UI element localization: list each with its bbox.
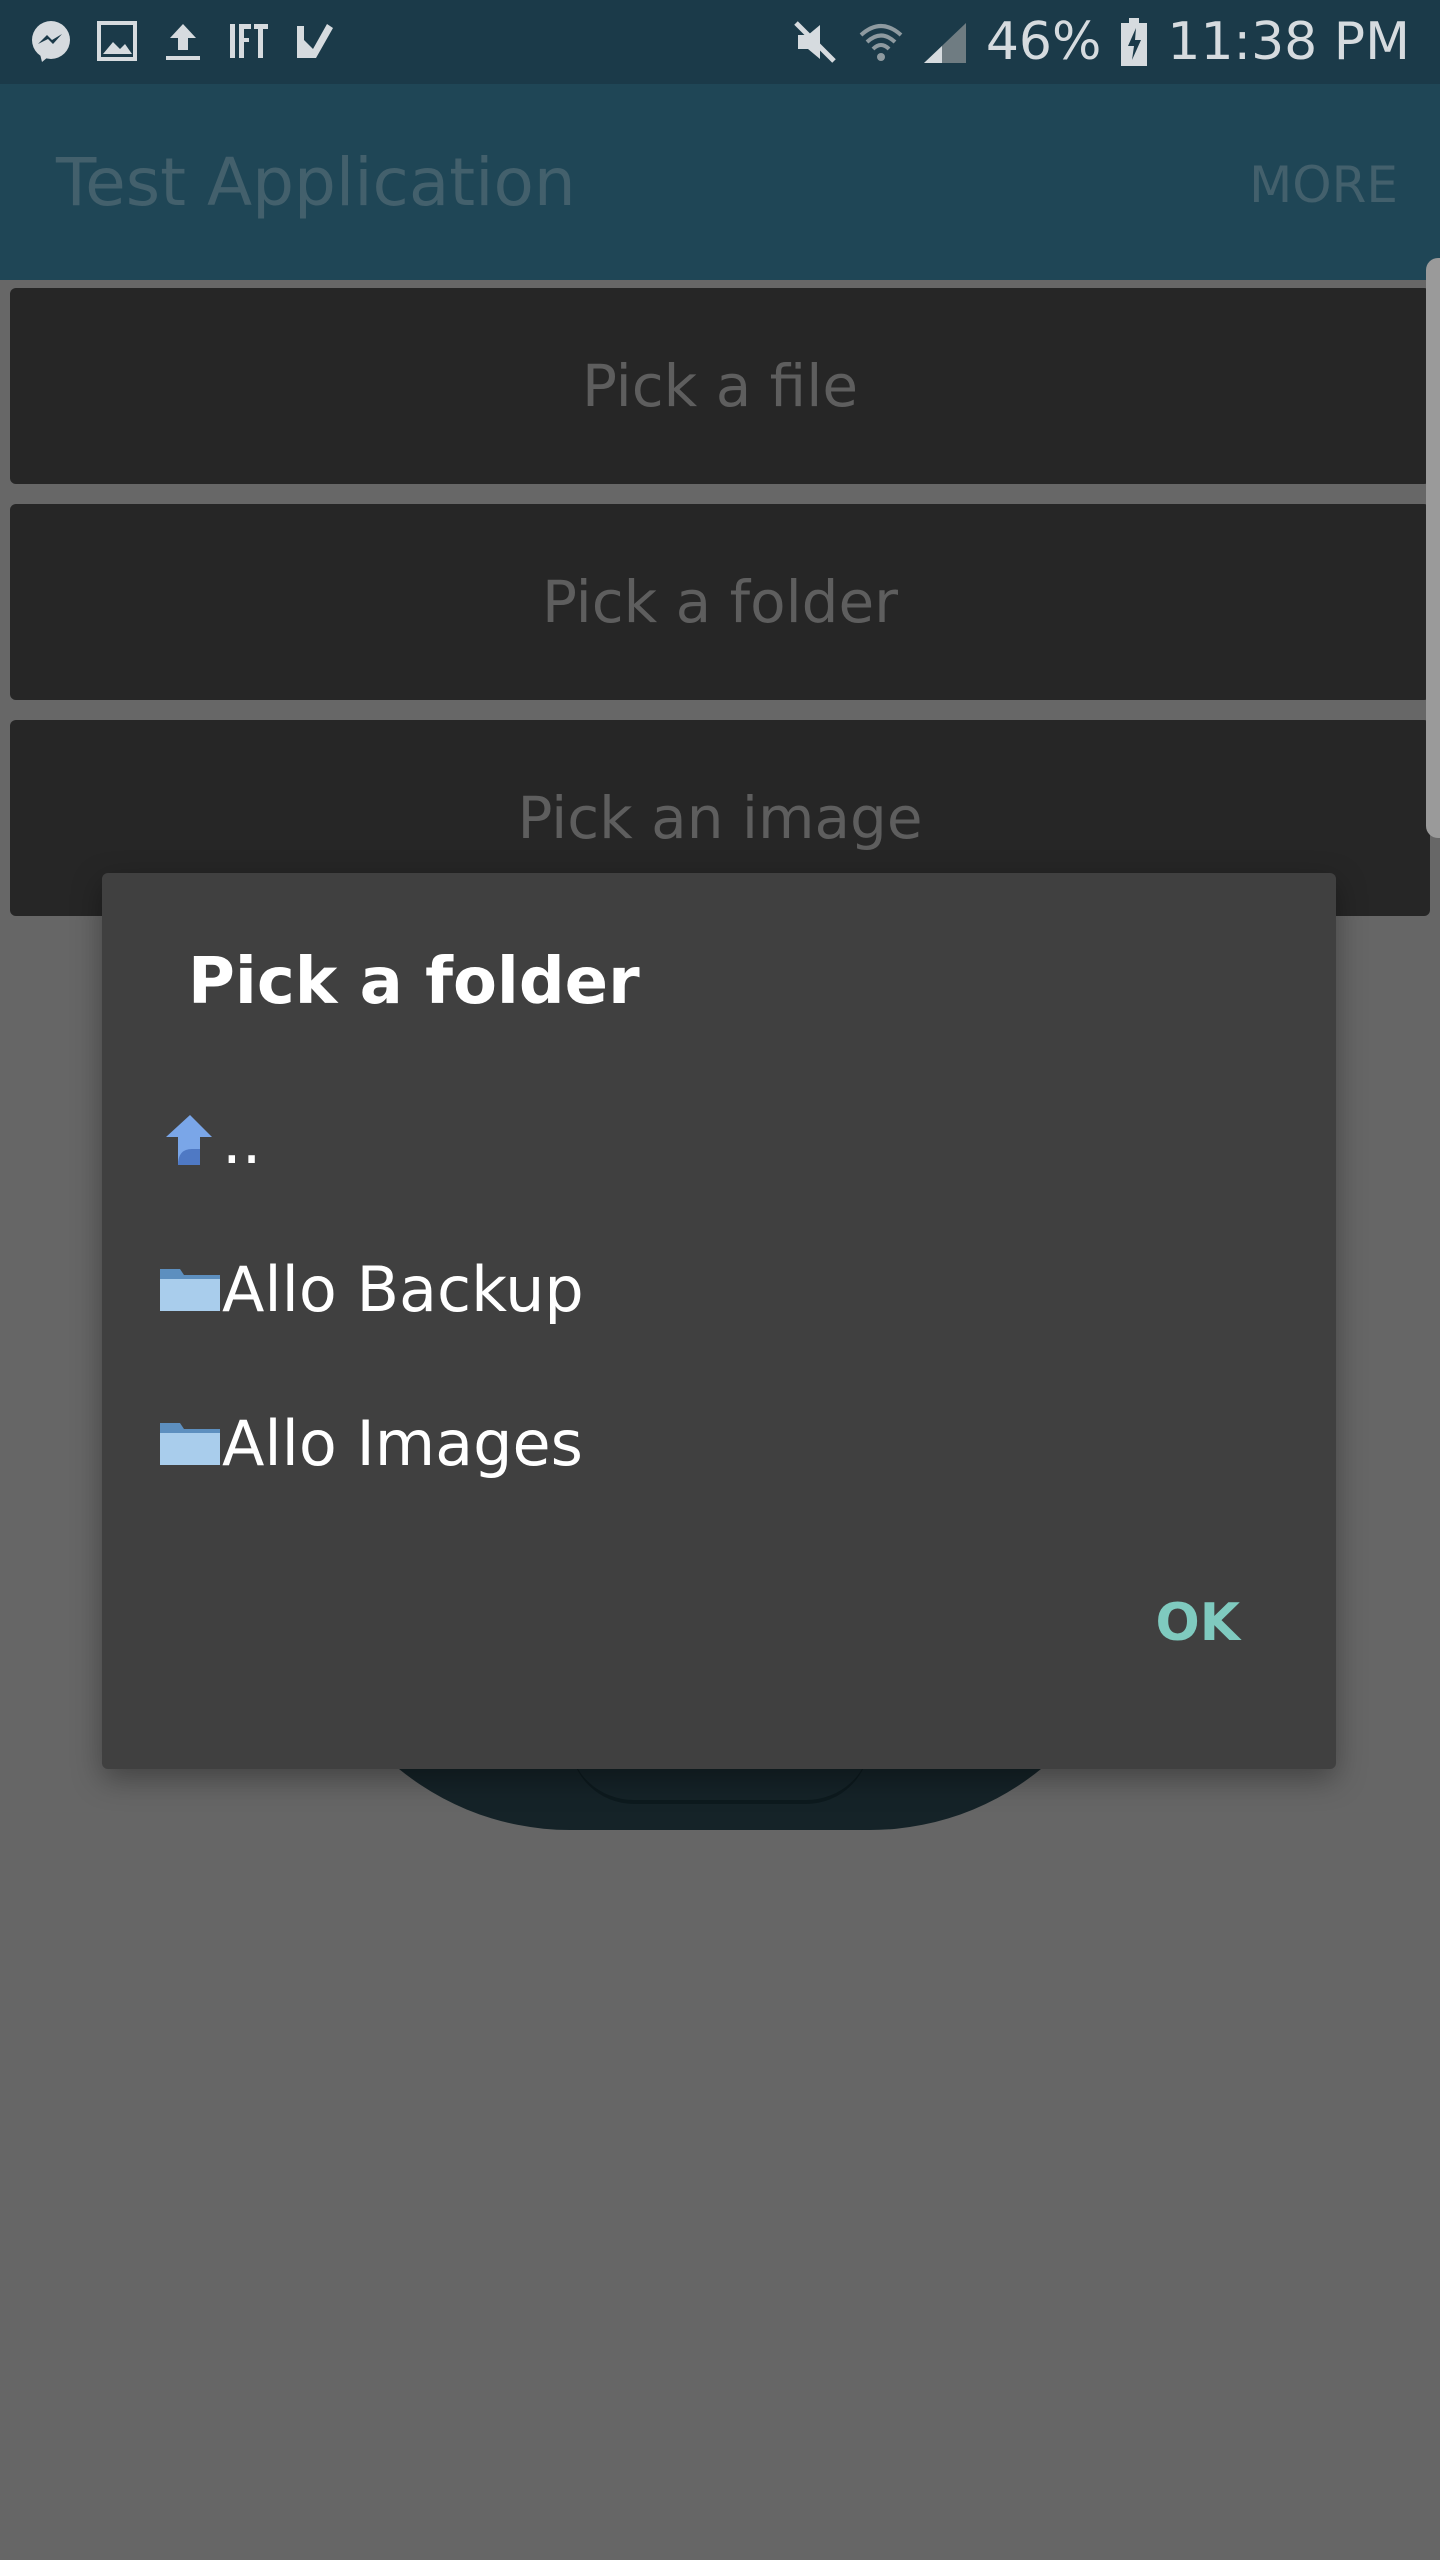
upload-icon bbox=[166, 24, 200, 60]
folder-up-icon bbox=[166, 1115, 212, 1165]
pick-folder-button[interactable]: Pick a folder bbox=[10, 504, 1430, 700]
status-bar: 46% 11:38 PM bbox=[0, 0, 1440, 84]
wifi-icon bbox=[859, 24, 903, 61]
battery-percentage: 46% bbox=[985, 12, 1102, 72]
messenger-icon bbox=[32, 21, 70, 62]
system-status: 46% 11:38 PM bbox=[790, 10, 1410, 74]
folder-picker-dialog: Pick a folder .. Allo Backup Allo Images… bbox=[102, 873, 1336, 1769]
signal-icon bbox=[923, 23, 966, 63]
side-panel-edge bbox=[1426, 258, 1440, 838]
folder-icon bbox=[160, 1269, 220, 1311]
app-bar: Test Application MORE bbox=[0, 84, 1440, 280]
task-check-icon bbox=[297, 24, 333, 58]
folder-item-label: Allo Backup bbox=[222, 1252, 584, 1326]
ok-button[interactable]: OK bbox=[1156, 1593, 1241, 1653]
folder-item-allo-images[interactable]: Allo Images bbox=[158, 1393, 583, 1493]
folder-item-label: Allo Images bbox=[222, 1406, 583, 1480]
folder-icon bbox=[160, 1423, 220, 1465]
mute-icon bbox=[794, 21, 836, 63]
folder-item-parent[interactable]: .. bbox=[158, 1091, 261, 1191]
folder-item-label: .. bbox=[222, 1104, 262, 1178]
pick-file-button[interactable]: Pick a file bbox=[10, 288, 1430, 484]
clock-time: 11:38 PM bbox=[1167, 12, 1410, 72]
notification-icons bbox=[28, 18, 338, 64]
ifttt-icon bbox=[230, 24, 268, 58]
app-title: Test Application bbox=[56, 144, 576, 221]
more-menu-button[interactable]: MORE bbox=[1249, 156, 1398, 214]
dialog-title: Pick a folder bbox=[188, 945, 640, 1019]
battery-charging-icon bbox=[1121, 18, 1148, 66]
image-icon bbox=[97, 21, 137, 61]
folder-item-allo-backup[interactable]: Allo Backup bbox=[158, 1239, 584, 1339]
